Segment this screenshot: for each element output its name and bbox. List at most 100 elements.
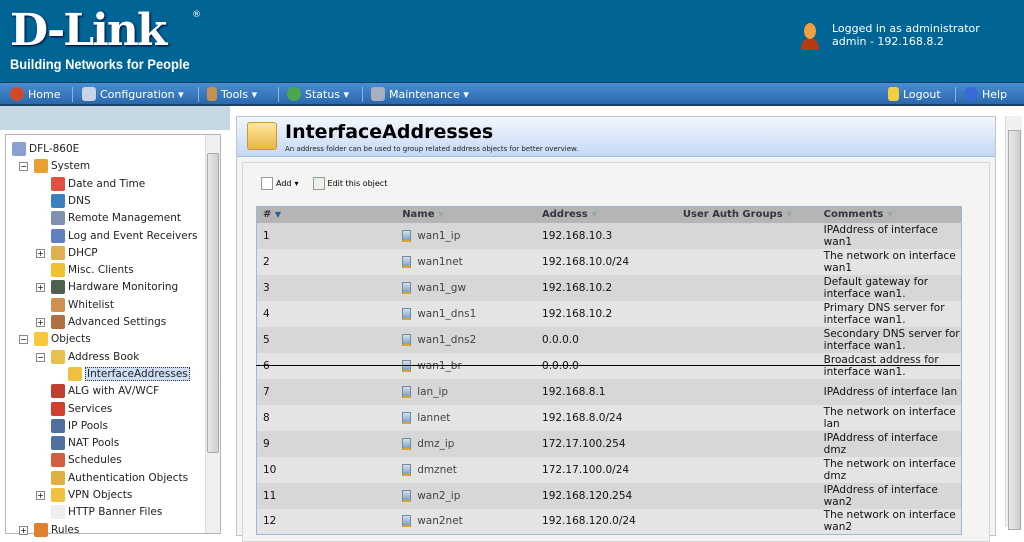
- tree-item-address-book[interactable]: Address Book: [51, 349, 139, 365]
- address-name-label[interactable]: wan1_dns2: [417, 334, 476, 346]
- tree-item-vpn-objects[interactable]: VPN Objects: [51, 487, 132, 503]
- column-header-address[interactable]: Address ▼: [536, 206, 677, 223]
- address-value: 192.168.8.0/24: [536, 404, 677, 431]
- tree-item-dhcp[interactable]: DHCP: [51, 245, 98, 261]
- expand-icon[interactable]: +: [36, 283, 45, 293]
- address-value: 0.0.0.0: [536, 326, 677, 353]
- nav-home-label: Home: [28, 87, 61, 101]
- address-name-label[interactable]: wan1_ip: [417, 230, 460, 242]
- tree-item-remote-management[interactable]: Remote Management: [51, 210, 181, 226]
- column-header-name[interactable]: Name ▼: [396, 206, 537, 223]
- address-name: wan2_ip: [396, 482, 537, 509]
- nav-maintenance[interactable]: Maintenance ▾: [371, 87, 469, 101]
- tree-item-date-and-time[interactable]: Date and Time: [51, 176, 145, 192]
- table-row[interactable]: 9 dmz_ip 172.17.100.254 IPAddress of interf…: [256, 430, 962, 457]
- address-name-label[interactable]: dmz_ip: [417, 438, 454, 450]
- tree-item-misc-clients[interactable]: Misc. Clients: [51, 262, 134, 278]
- expand-icon[interactable]: +: [36, 318, 45, 327]
- address-value: 192.168.10.0/24: [536, 248, 677, 275]
- address-name-label[interactable]: wan2_ip: [417, 490, 460, 502]
- user-auth-groups: [676, 404, 818, 431]
- page-scroll-thumb[interactable]: [1008, 130, 1021, 530]
- nav-status[interactable]: Status ▾: [287, 87, 349, 101]
- collapse-icon[interactable]: −: [19, 335, 28, 345]
- sidebar-scroll-thumb[interactable]: [207, 153, 219, 453]
- tree-item-dns[interactable]: DNS: [51, 193, 91, 209]
- add-label: Add: [276, 179, 292, 188]
- tree-item-hardware-monitoring[interactable]: Hardware Monitoring: [51, 279, 178, 295]
- user-auth-groups: [676, 508, 818, 535]
- table-row[interactable]: 5 wan1_dns2 0.0.0.0 Secondary DNS server fo…: [256, 326, 962, 353]
- tree-item-interfaceaddresses[interactable]: InterfaceAddresses: [68, 366, 190, 382]
- table-row[interactable]: 12 wan2net 192.168.120.0/24 The network on …: [256, 508, 962, 535]
- table-row[interactable]: 1 wan1_ip 192.168.10.3 IPAddress of interfa…: [256, 222, 962, 249]
- tree-root[interactable]: DFL-860E: [12, 141, 79, 157]
- nav-logout[interactable]: Logout: [888, 87, 941, 101]
- nav-configuration[interactable]: Configuration ▾: [82, 87, 184, 101]
- column-header-user-auth-groups[interactable]: User Auth Groups ▼: [676, 206, 818, 223]
- address-name: wan2net: [396, 508, 537, 535]
- address-name-label[interactable]: lan_ip: [417, 386, 448, 398]
- tree-root-label: DFL-860E: [29, 143, 80, 155]
- tree-item-label: VPN Objects: [68, 489, 133, 501]
- tree-item-advanced-settings[interactable]: Advanced Settings: [51, 314, 166, 330]
- tree-node-icon: [51, 453, 65, 468]
- tree-item-rules[interactable]: Rules: [34, 522, 79, 538]
- sidebar-header: [0, 106, 230, 130]
- user-auth-groups: [676, 326, 818, 353]
- address-name-label[interactable]: wan2net: [417, 515, 463, 527]
- tree-item-whitelist[interactable]: Whitelist: [51, 297, 114, 313]
- content-area: Add ▾ Edit this object # ▼ Name ▼ Address ▼…: [242, 162, 990, 542]
- dlink-logo: D-Link ® Building Networks for People: [10, 8, 205, 73]
- nav-help[interactable]: Help: [964, 87, 1007, 101]
- tree-node-icon: [51, 488, 65, 502]
- tree-node-icon: [51, 436, 65, 451]
- comment: IPAddress of interface wan1: [817, 222, 962, 249]
- tree-item-label: HTTP Banner Files: [68, 506, 163, 519]
- expand-icon[interactable]: +: [36, 491, 45, 500]
- tree-item-ip-pools[interactable]: IP Pools: [51, 418, 108, 434]
- tree-node-icon: [51, 315, 65, 329]
- table-row[interactable]: 8 lannet 192.168.8.0/24 The network on inte…: [256, 404, 962, 431]
- tree-item-schedules[interactable]: Schedules: [51, 452, 122, 468]
- address-name-label[interactable]: wan1_dns1: [417, 308, 476, 320]
- tree-item-alg-with-av-wcf[interactable]: ALG with AV/WCF: [51, 383, 159, 399]
- add-button[interactable]: Add ▾: [261, 177, 299, 190]
- address-name-label[interactable]: wan1_gw: [417, 282, 466, 294]
- nav-home[interactable]: Home: [10, 87, 60, 101]
- nav-tools[interactable]: Tools ▾: [207, 87, 257, 101]
- table-row[interactable]: 7 lan_ip 192.168.8.1 IPAddress of interface…: [256, 378, 962, 405]
- sort-arrow-icon: ▼: [591, 210, 598, 220]
- tree-item-authentication-objects[interactable]: Authentication Objects: [51, 470, 188, 486]
- tree-item-services[interactable]: Services: [51, 401, 112, 417]
- table-row[interactable]: 3 wan1_gw 192.168.10.2 Default gateway for …: [256, 274, 962, 301]
- column-header-comments[interactable]: Comments ▼: [817, 206, 962, 223]
- address-name-label[interactable]: lannet: [417, 412, 450, 424]
- tree-item-log-and-event-receivers[interactable]: Log and Event Receivers: [51, 228, 198, 244]
- page-scrollbar[interactable]: [1005, 116, 1022, 530]
- address-object-icon: [402, 333, 412, 346]
- address-object-icon: [402, 307, 412, 320]
- address-name-label[interactable]: wan1net: [417, 256, 463, 268]
- tree-node-icon: [34, 159, 48, 174]
- sidebar-scrollbar[interactable]: [205, 135, 220, 533]
- help-icon: [964, 87, 978, 101]
- edit-object-button[interactable]: Edit this object: [312, 177, 387, 190]
- table-row[interactable]: 10 dmznet 172.17.100.0/24 The network on in…: [256, 456, 962, 483]
- collapse-icon[interactable]: −: [36, 352, 45, 362]
- table-row[interactable]: 2 wan1net 192.168.10.0/24 The network on in…: [256, 248, 962, 275]
- tree-item-http-banner-files[interactable]: HTTP Banner Files: [51, 504, 162, 520]
- user-auth-groups: [676, 248, 818, 275]
- column-header-[interactable]: # ▼: [256, 206, 397, 223]
- address-name-label[interactable]: dmznet: [417, 464, 457, 476]
- toolbar: Add ▾ Edit this object: [261, 177, 387, 190]
- collapse-icon[interactable]: −: [19, 162, 28, 172]
- tools-icon: [207, 87, 217, 101]
- table-row[interactable]: 11 wan2_ip 192.168.120.254 IPAddress of int…: [256, 482, 962, 509]
- expand-icon[interactable]: +: [36, 248, 45, 258]
- tree-item-system[interactable]: System: [34, 158, 90, 174]
- tree-item-objects[interactable]: Objects: [34, 331, 91, 347]
- address-object-icon: [402, 437, 412, 450]
- tree-item-nat-pools[interactable]: NAT Pools: [51, 435, 119, 451]
- table-row[interactable]: 4 wan1_dns1 192.168.10.2 Primary DNS server…: [256, 300, 962, 327]
